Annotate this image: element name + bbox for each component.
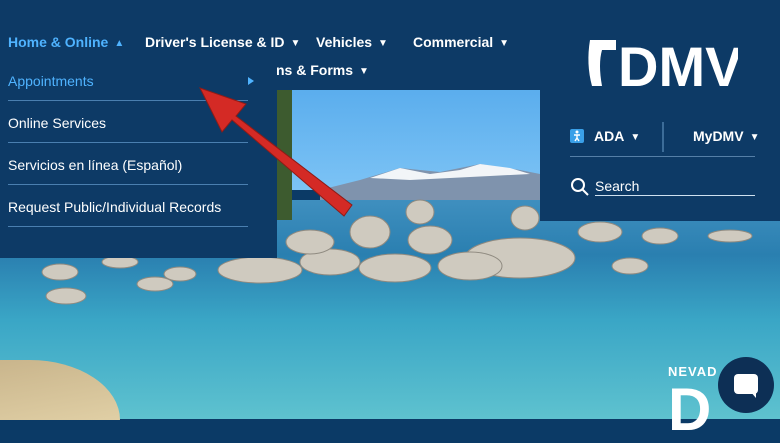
dropdown-divider [8,142,248,143]
nav-vehicles[interactable]: Vehicles ▼ [316,34,388,50]
nav-vehicles-label: Vehicles [316,34,373,50]
dropdown-divider [8,184,248,185]
caret-down-icon: ▼ [630,132,641,143]
nav-forms-label: ns & Forms [276,62,354,78]
online-services-label: Online Services [8,115,107,131]
dropdown-item-appointments[interactable]: Appointments [8,73,254,89]
nav-drivers-license-label: Driver's License & ID [145,34,285,50]
caret-down-icon: ▼ [359,66,369,77]
search-underline [595,195,755,196]
logo-text: DMV [618,35,738,92]
utility-row: ADA ▼ MyDMV ▼ [570,122,780,158]
mydmv-label: MyDMV [693,128,744,144]
dropdown-divider [8,226,248,227]
accessibility-icon [570,129,584,143]
dropdown-item-public-records[interactable]: Request Public/Individual Records [8,199,248,215]
nav-home-online[interactable]: Home & Online ▲ [8,34,124,50]
chat-button[interactable] [718,357,774,413]
ada-menu[interactable]: ADA ▼ [570,128,640,144]
caret-down-icon: ▼ [290,38,301,49]
caret-down-icon: ▼ [499,38,510,49]
dropdown-divider [8,100,248,101]
ada-label: ADA [594,128,625,144]
nav-commercial[interactable]: Commercial ▼ [413,34,509,50]
nav-drivers-license[interactable]: Driver's License & ID ▼ [145,34,300,50]
nav-commercial-label: Commercial [413,34,494,50]
servicios-label: Servicios en línea (Español) [8,157,183,173]
dropdown-item-online-services[interactable]: Online Services [8,115,248,131]
home-online-dropdown: Appointments Online Services Servicios e… [0,58,277,258]
hero-text-d: D [668,376,712,443]
public-records-label: Request Public/Individual Records [8,199,222,215]
header-right-panel: DMV ADA ▼ MyDMV ▼ Search [540,0,780,221]
utility-separator [570,156,755,157]
caret-down-icon: ▼ [749,132,760,143]
chat-icon-tail [750,391,756,398]
utility-divider [662,122,664,152]
caret-down-icon: ▼ [378,38,388,49]
search-icon [571,178,589,196]
dropdown-item-servicios[interactable]: Servicios en línea (Español) [8,157,248,173]
nav-forms[interactable]: ns & Forms ▼ [276,62,369,78]
dmv-logo[interactable]: DMV [586,34,738,92]
nav-home-online-label: Home & Online [8,34,109,50]
appointments-label: Appointments [8,73,94,89]
search-label: Search [595,178,640,194]
caret-right-icon [248,77,254,85]
caret-up-icon: ▲ [114,38,125,49]
mydmv-menu[interactable]: MyDMV ▼ [693,128,759,144]
